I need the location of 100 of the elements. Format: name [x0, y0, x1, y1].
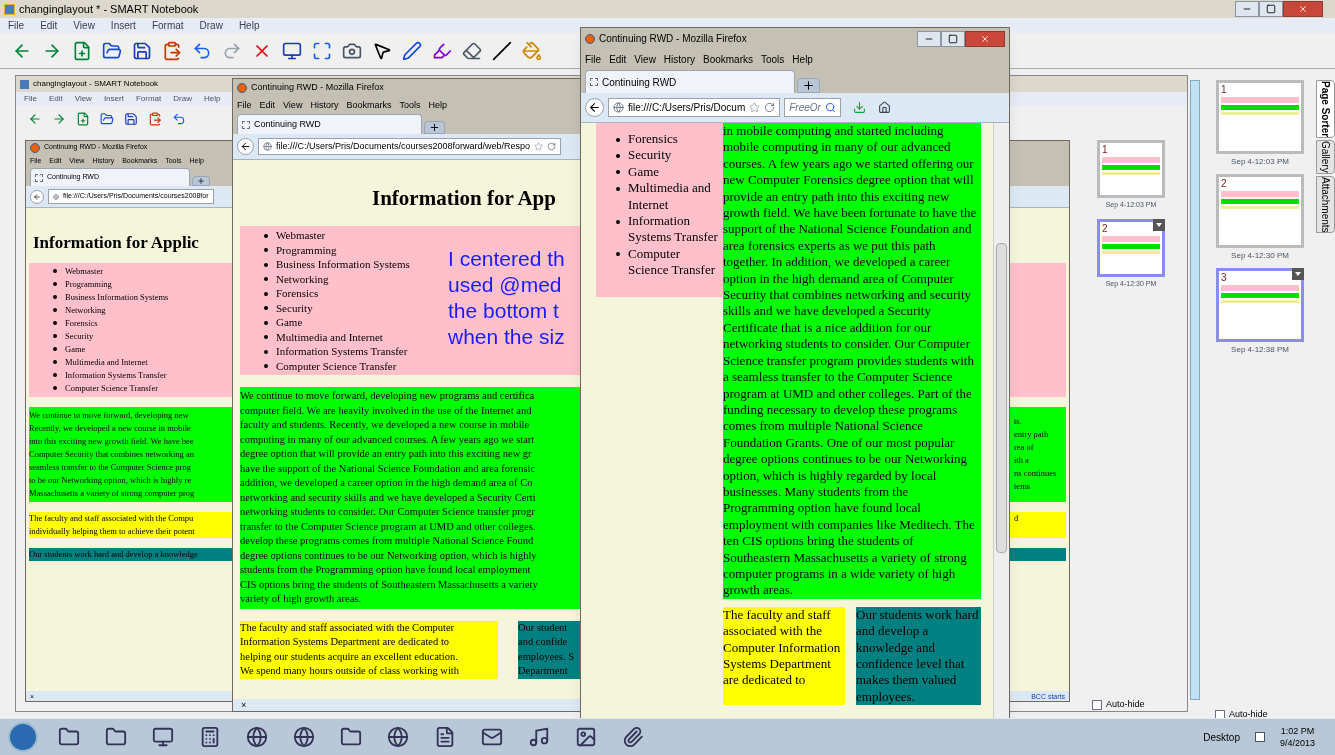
folder-icon[interactable]: [58, 726, 80, 748]
music-icon[interactable]: [528, 726, 550, 748]
paste-icon[interactable]: [148, 112, 162, 126]
globe-icon[interactable]: [293, 726, 315, 748]
menu-item[interactable]: Tools: [761, 52, 785, 67]
download-icon[interactable]: [852, 101, 866, 114]
menu-item[interactable]: Edit: [259, 98, 276, 113]
undo-icon[interactable]: [192, 40, 212, 61]
add-page-icon[interactable]: [76, 112, 90, 126]
fill-icon[interactable]: [522, 40, 542, 61]
forward-arrow-icon[interactable]: [52, 112, 66, 126]
browser-tab[interactable]: Continuing RWD: [237, 114, 422, 134]
monitor-icon[interactable]: [152, 726, 174, 748]
checkbox[interactable]: [1092, 699, 1102, 710]
menu-item[interactable]: View: [634, 52, 656, 67]
menu-item[interactable]: Draw: [199, 18, 223, 33]
menu-item[interactable]: Tools: [399, 98, 421, 113]
menu-item[interactable]: Help: [428, 98, 447, 113]
browser-tab[interactable]: Continuing RWD: [585, 70, 795, 93]
add-page-icon[interactable]: [72, 40, 92, 61]
menu-item[interactable]: File: [8, 18, 25, 33]
fullscreen-icon[interactable]: [312, 40, 332, 61]
menu-item[interactable]: Edit: [40, 18, 58, 33]
folder-icon[interactable]: [105, 726, 127, 748]
scrollbar[interactable]: [1190, 80, 1200, 700]
start-button[interactable]: [8, 722, 38, 752]
page-thumbnail[interactable]: 1: [1097, 140, 1165, 198]
menu-item[interactable]: Insert: [110, 18, 136, 33]
folder-icon[interactable]: [102, 40, 122, 61]
maximize-button[interactable]: [1259, 1, 1283, 17]
browser-logo-icon: [30, 142, 40, 153]
menu-item[interactable]: History: [310, 98, 339, 113]
menu-item[interactable]: Format: [151, 18, 184, 33]
menu-item[interactable]: Bookmarks: [703, 52, 753, 67]
side-tab[interactable]: Gallery: [1316, 140, 1335, 174]
scrollbar[interactable]: [993, 123, 1009, 719]
menu-item[interactable]: History: [663, 52, 695, 67]
globe-icon[interactable]: [387, 726, 409, 748]
search-field[interactable]: FreeOr: [784, 98, 841, 117]
paste-icon[interactable]: [162, 40, 182, 61]
address-bar[interactable]: file:///C:/Users/Pris/Documents/courses2008forward/web/Respo: [258, 137, 562, 156]
bullet-icon: [53, 360, 57, 365]
page-thumbnail[interactable]: 1: [1216, 80, 1304, 154]
text-line: entry path: [1014, 428, 1049, 441]
side-tab[interactable]: Page Sorter: [1316, 80, 1335, 139]
text-line: Our student: [518, 620, 568, 635]
paperclip-icon[interactable]: [622, 726, 644, 748]
side-tab[interactable]: Attachments: [1316, 175, 1335, 234]
minimize-button[interactable]: [1235, 1, 1259, 17]
image-icon[interactable]: [575, 726, 597, 748]
text-line: transfer to the Computer Science program at UMD and other colleges.: [240, 519, 536, 534]
menu-item[interactable]: Edit: [609, 52, 627, 67]
bullet-icon: [264, 248, 268, 252]
menu-item[interactable]: Help: [792, 52, 813, 67]
maximize-button[interactable]: [941, 30, 965, 47]
page-time: Sep 4-12:38 PM: [1231, 344, 1289, 356]
list-item: Multimedia and Internet: [628, 180, 712, 214]
calculator-icon[interactable]: [199, 726, 221, 748]
folder-icon[interactable]: [340, 726, 362, 748]
highlighter-icon[interactable]: [432, 40, 452, 61]
list-item: Security: [276, 300, 313, 315]
line-icon[interactable]: [492, 40, 512, 61]
app-icon: [20, 79, 29, 89]
globe-icon[interactable]: [246, 726, 268, 748]
status-close[interactable]: ×: [241, 697, 247, 711]
menu-item[interactable]: Help: [238, 18, 260, 33]
callout-line: the bottom t: [448, 298, 559, 324]
clock-time[interactable]: 1:02 PM: [1280, 725, 1315, 737]
page-thumbnail[interactable]: 3: [1216, 268, 1304, 342]
bullet-icon: [616, 252, 620, 257]
back-button[interactable]: [237, 138, 254, 155]
menu-item[interactable]: Bookmarks: [346, 98, 392, 113]
close-button[interactable]: [965, 30, 1005, 47]
save-icon[interactable]: [132, 40, 152, 61]
page-thumbnail[interactable]: 2: [1216, 174, 1304, 248]
show-desktop-label[interactable]: Desktop: [1203, 729, 1240, 745]
clock-date[interactable]: 9/4/2013: [1279, 737, 1315, 749]
menu-item[interactable]: View: [73, 18, 95, 33]
back-button[interactable]: [585, 98, 604, 117]
page-icon: [35, 173, 43, 182]
text-line: variety of high growth areas.: [240, 592, 361, 606]
undo-icon[interactable]: [172, 112, 186, 126]
menu-item[interactable]: File: [585, 52, 602, 67]
mail-icon[interactable]: [481, 726, 503, 748]
address-bar[interactable]: file:///C:/Users/Pris/Docum: [608, 98, 781, 117]
page-thumbnail[interactable]: 2: [1097, 218, 1165, 277]
minimize-button[interactable]: [917, 30, 941, 47]
folder-icon[interactable]: [100, 112, 114, 126]
pen-icon[interactable]: [402, 40, 422, 61]
list-item: Webmaster: [65, 265, 104, 278]
menu-item[interactable]: View: [283, 98, 303, 113]
text-line: degree options continues to be our Networking option, which is highly: [240, 548, 537, 563]
new-tab-button[interactable]: [797, 78, 820, 93]
eraser-icon[interactable]: [462, 40, 482, 61]
home-icon[interactable]: [877, 101, 891, 114]
new-tab-button[interactable]: [424, 121, 445, 134]
save-icon[interactable]: [124, 112, 138, 126]
menu-item[interactable]: File: [237, 98, 252, 113]
bullet-icon: [53, 269, 57, 274]
document-icon[interactable]: [434, 726, 456, 748]
